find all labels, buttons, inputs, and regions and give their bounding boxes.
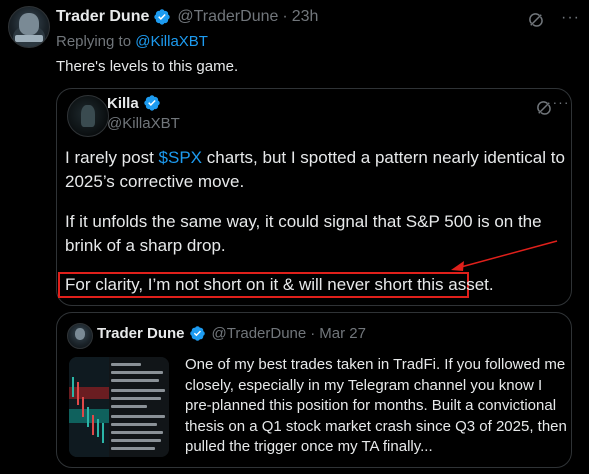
verified-badge-icon <box>189 326 205 341</box>
verified-badge-icon <box>143 95 160 111</box>
nested-quoted-tweet-card[interactable]: Trader Dune @TraderDune · Mar 27 One of … <box>56 312 572 468</box>
grok-icon[interactable] <box>535 99 553 117</box>
cashtag-link[interactable]: $SPX <box>159 148 202 167</box>
quoted-tweet-card[interactable]: Killa @KillaXBT ··· I rarely post $SPX c… <box>56 88 572 306</box>
quoted-author-avatar[interactable] <box>67 95 109 137</box>
quoted-paragraph-1: I rarely post $SPX charts, but I spotted… <box>65 146 565 194</box>
more-options-icon[interactable]: ··· <box>552 93 570 111</box>
time-separator: · <box>310 325 316 342</box>
nested-tweet-text: One of my best trades taken in TradFi. I… <box>185 356 567 455</box>
replying-mention[interactable]: @KillaXBT <box>135 33 208 50</box>
quoted-author-row: Killa <box>107 94 161 112</box>
replying-to: Replying to @KillaXBT <box>56 33 208 50</box>
quoted-author-name[interactable]: Killa <box>107 95 139 112</box>
screenshot-text-image <box>109 357 169 457</box>
nested-author-name[interactable]: Trader Dune <box>97 325 185 342</box>
grok-icon[interactable] <box>527 11 545 29</box>
replying-prefix: Replying to <box>56 33 132 50</box>
quoted-text-fragment: I rarely post <box>65 148 159 167</box>
author-handle[interactable]: @TraderDune <box>177 8 278 26</box>
nested-author-row: Trader Dune @TraderDune · Mar 27 <box>97 325 366 342</box>
quoted-author-handle[interactable]: @KillaXBT <box>107 115 180 132</box>
nested-timestamp[interactable]: Mar 27 <box>319 325 366 342</box>
author-avatar[interactable] <box>8 6 50 48</box>
nested-author-avatar[interactable] <box>67 323 93 349</box>
tweet-header: Trader Dune @TraderDune · 23h <box>56 6 318 28</box>
chart-thumbnail-image <box>69 357 109 457</box>
highlighted-statement: For clarity, I’m not short on it & will … <box>65 275 494 294</box>
red-annotation-arrow <box>451 240 558 271</box>
author-name[interactable]: Trader Dune <box>56 8 149 26</box>
time-separator: · <box>282 8 288 25</box>
nested-author-handle[interactable]: @TraderDune <box>212 325 307 342</box>
verified-badge-icon <box>154 9 171 25</box>
more-options-icon[interactable]: ··· <box>561 9 579 27</box>
tweet-text: There's levels to this game. <box>56 58 239 75</box>
media-thumbnail[interactable] <box>69 357 169 457</box>
timestamp[interactable]: 23h <box>292 8 319 26</box>
